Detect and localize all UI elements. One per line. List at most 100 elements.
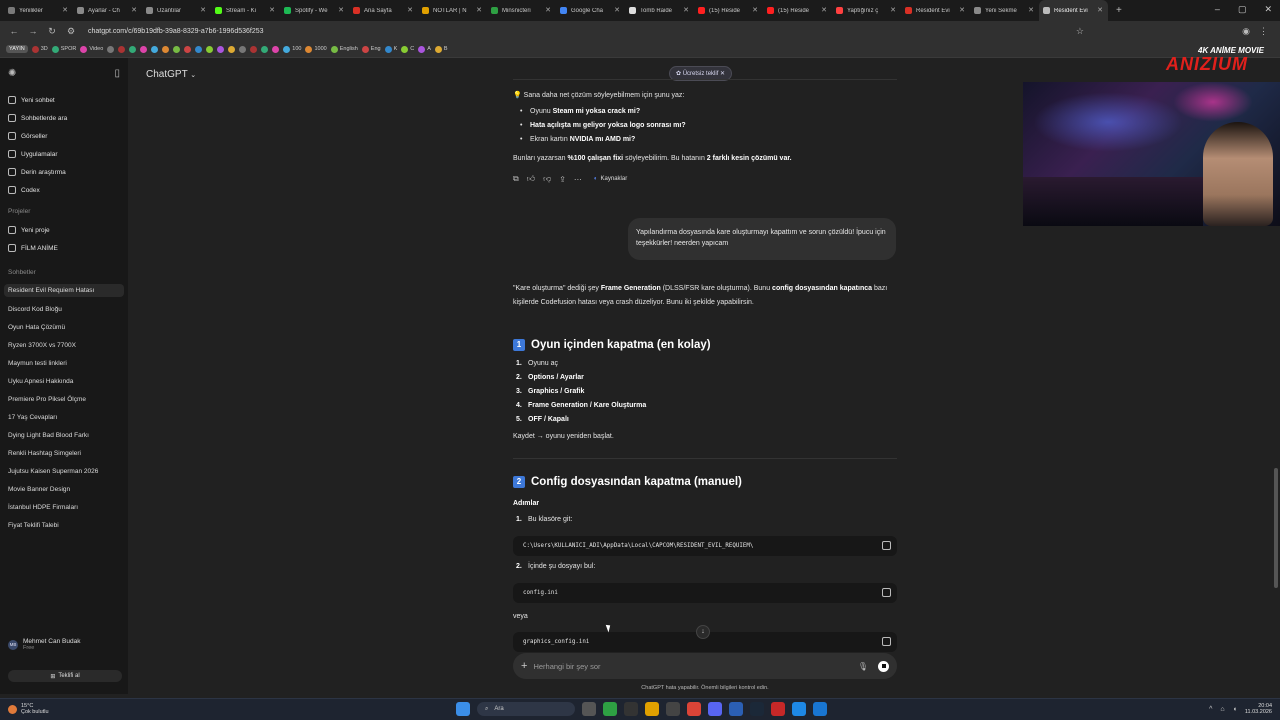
app-icon[interactable] xyxy=(771,702,785,716)
close-tab-icon[interactable]: ✕ xyxy=(131,6,137,14)
microphone-icon[interactable]: 🎙︎ xyxy=(858,662,868,671)
close-tab-icon[interactable]: ✕ xyxy=(1028,6,1034,14)
browser-tab[interactable]: (15) Reside ✕ xyxy=(763,0,832,21)
bookmark-item[interactable]: 100 xyxy=(283,45,301,53)
start-icon[interactable] xyxy=(456,702,470,716)
bookmark-item[interactable] xyxy=(129,45,137,53)
sidebar-nav-item[interactable]: Uygulamalar xyxy=(8,150,58,158)
user-profile[interactable]: MB Mehmet Can Budak Free xyxy=(8,638,80,651)
bookmark-item[interactable] xyxy=(151,45,159,53)
browser-tab[interactable]: Yaptığınız ç ✕ xyxy=(832,0,901,21)
openai-logo-icon[interactable]: ✺ xyxy=(8,68,16,79)
bookmark-item[interactable]: Video xyxy=(80,45,103,53)
maximize-icon[interactable]: ▢ xyxy=(1238,4,1247,15)
chat-history-item[interactable]: Maymun testi linkleri xyxy=(8,360,67,367)
app-icon[interactable] xyxy=(603,702,617,716)
close-tab-icon[interactable]: ✕ xyxy=(200,6,206,14)
close-tab-icon[interactable]: ✕ xyxy=(407,6,413,14)
chat-history-item[interactable]: İstanbul HDPE Firmaları xyxy=(8,504,78,511)
browser-tab[interactable]: Tomb Raide ✕ xyxy=(625,0,694,21)
close-tab-icon[interactable]: ✕ xyxy=(545,6,551,14)
site-info-icon[interactable]: ⚙ xyxy=(66,26,76,37)
sidebar-nav-item[interactable]: Derin araştırma xyxy=(8,168,66,176)
copy-code-icon[interactable] xyxy=(882,541,891,550)
thumbs-down-icon[interactable]: 👎︎ xyxy=(543,174,551,184)
browser-tab[interactable]: Yenilikler ✕ xyxy=(4,0,73,21)
scroll-down-button[interactable]: ↓ xyxy=(696,625,710,639)
chrome-icon[interactable] xyxy=(687,702,701,716)
network-icon[interactable]: ⌂ xyxy=(1220,706,1224,713)
bookmark-item[interactable]: A xyxy=(418,45,431,53)
bookmark-item[interactable] xyxy=(228,45,236,53)
chat-history-item[interactable]: Movie Banner Design xyxy=(8,486,70,493)
weather-widget[interactable]: 15°C Çok bulutlu xyxy=(8,703,49,716)
bookmark-item[interactable]: SPOR xyxy=(51,45,76,53)
share-icon[interactable]: ⇪ xyxy=(559,175,566,184)
forward-icon[interactable]: → xyxy=(28,26,38,36)
back-icon[interactable]: ← xyxy=(9,26,19,36)
chat-history-item[interactable]: Renkli Hashtag Simgeleri xyxy=(8,450,81,457)
browser-tab[interactable]: (15) Reside ✕ xyxy=(694,0,763,21)
chat-history-item[interactable]: Premiere Pro Piksel Ölçme xyxy=(8,396,86,403)
chat-history-item[interactable]: Discord Kod Bloğu xyxy=(8,306,62,313)
close-tab-icon[interactable]: ✕ xyxy=(338,6,344,14)
bookmark-item[interactable] xyxy=(217,45,225,53)
close-icon[interactable]: ✕ xyxy=(720,71,725,77)
bookmark-item[interactable]: C xyxy=(401,45,414,53)
chat-history-item[interactable]: Dying Light Bad Blood Farkı xyxy=(8,432,89,439)
clock[interactable]: 20:04 11.03.2026 xyxy=(1245,703,1272,716)
close-tab-icon[interactable]: ✕ xyxy=(269,6,275,14)
close-tab-icon[interactable]: ✕ xyxy=(683,6,689,14)
url-field[interactable]: chatgpt.com/c/69b19dfb-39a8-8329-a7b6-19… xyxy=(88,28,264,35)
app-icon[interactable] xyxy=(624,702,638,716)
close-tab-icon[interactable]: ✕ xyxy=(959,6,965,14)
profile-icon[interactable]: ◉ xyxy=(1242,26,1250,37)
browser-tab[interactable]: Resident Evi ✕ xyxy=(901,0,970,21)
bookmark-item[interactable] xyxy=(162,45,170,53)
chat-history-item[interactable]: 17 Yaş Cevapları xyxy=(8,414,57,421)
bookmark-item[interactable] xyxy=(195,45,203,53)
close-tab-icon[interactable]: ✕ xyxy=(62,6,68,14)
plus-icon[interactable]: + xyxy=(521,660,527,672)
bookmark-item[interactable] xyxy=(118,45,126,53)
bookmark-item[interactable]: 1000 xyxy=(305,45,327,53)
app-icon[interactable] xyxy=(666,702,680,716)
steam-icon[interactable] xyxy=(750,702,764,716)
scrollbar[interactable] xyxy=(1274,468,1278,588)
minimize-icon[interactable]: – xyxy=(1215,4,1220,15)
browser-tab[interactable]: NOTLAR | N ✕ xyxy=(418,0,487,21)
browser-tab[interactable]: Stream - Ki ✕ xyxy=(211,0,280,21)
stop-button[interactable] xyxy=(878,660,889,672)
close-tab-icon[interactable]: ✕ xyxy=(614,6,620,14)
browser-tab[interactable]: Ana Sayfa ✕ xyxy=(349,0,418,21)
bookmark-item[interactable] xyxy=(250,45,258,53)
sidebar-nav-item[interactable]: Sohbetlerde ara xyxy=(8,114,67,122)
browser-tab[interactable]: Minsnicteri ✕ xyxy=(487,0,556,21)
chat-history-item[interactable]: Ryzen 3700X vs 7700X xyxy=(8,342,76,349)
sidebar-nav-item[interactable]: Codex xyxy=(8,186,40,194)
copy-code-icon[interactable] xyxy=(882,637,891,646)
copy-icon[interactable]: ⧉ xyxy=(513,174,519,184)
discord-icon[interactable] xyxy=(708,702,722,716)
bookmark-item[interactable] xyxy=(239,45,247,53)
chat-history-item[interactable]: Oyun Hata Çözümü xyxy=(8,324,65,331)
close-tab-icon[interactable]: ✕ xyxy=(890,6,896,14)
chat-history-item[interactable]: Uyku Apnesi Hakkında xyxy=(8,378,73,385)
sidebar-project-item[interactable]: Yeni proje xyxy=(8,226,50,234)
bookmark-item[interactable]: Eng xyxy=(361,45,381,53)
bookmark-item[interactable] xyxy=(184,45,192,53)
close-tab-icon[interactable]: ✕ xyxy=(1097,6,1103,14)
bookmark-item[interactable] xyxy=(206,45,214,53)
sources-button[interactable]: ◐ Kaynaklar xyxy=(594,176,627,182)
bookmark-item[interactable] xyxy=(173,45,181,53)
chat-history-item[interactable]: Resident Evil Requiem Hatası xyxy=(4,284,124,297)
bookmark-item[interactable] xyxy=(272,45,280,53)
app-icon[interactable] xyxy=(729,702,743,716)
bookmark-item[interactable]: K xyxy=(384,45,397,53)
bookmark-item[interactable]: English xyxy=(330,45,358,53)
sidebar-nav-item[interactable]: Yeni sohbet xyxy=(8,96,55,104)
close-tab-icon[interactable]: ✕ xyxy=(476,6,482,14)
bookmark-item[interactable] xyxy=(261,45,269,53)
new-tab-icon[interactable]: + xyxy=(1116,5,1122,16)
sidebar-toggle-icon[interactable]: ▯ xyxy=(114,68,120,79)
